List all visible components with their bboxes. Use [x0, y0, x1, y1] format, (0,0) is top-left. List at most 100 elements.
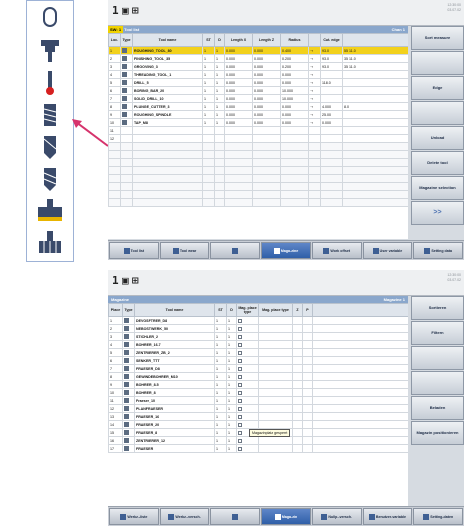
table-row[interactable]: 8 GEWINDEBOHRER_M10 1 1: [108, 372, 408, 381]
softkey-0[interactable]: Sortieren: [411, 296, 464, 320]
column-header[interactable]: Length X: [224, 33, 253, 47]
table-row[interactable]: 1 DEVOSFTRER_D8 1 1: [108, 316, 408, 325]
twist-drill-icon[interactable]: [27, 133, 73, 161]
softkey-0[interactable]: Sort measure: [411, 26, 464, 50]
column-header[interactable]: Type: [120, 33, 133, 47]
table-row[interactable]: 4 BOHRER_16.7 1 1: [108, 340, 408, 349]
column-header[interactable]: D: [214, 33, 225, 47]
lock-checkbox[interactable]: [238, 422, 242, 427]
table-row[interactable]: 5 ZENTRIERER_ZB_2 1 1: [108, 348, 408, 357]
lock-checkbox[interactable]: [238, 318, 242, 323]
hsoftkey-2[interactable]: [210, 242, 261, 259]
thread-mill-icon[interactable]: [27, 101, 73, 129]
lock-checkbox[interactable]: [238, 334, 242, 339]
lock-checkbox[interactable]: [238, 414, 242, 419]
lock-checkbox[interactable]: [238, 366, 242, 371]
place-lock-cell[interactable]: [236, 348, 259, 357]
softkey-5[interactable]: Magazin positionieren: [411, 421, 464, 445]
hsoftkey-5[interactable]: User variable: [362, 242, 413, 259]
hsoftkey-0[interactable]: Werkz.-liste: [109, 508, 159, 525]
lock-checkbox[interactable]: [238, 430, 242, 435]
hsoftkey-0[interactable]: Tool list: [109, 242, 159, 259]
softkey-4[interactable]: Beladen: [411, 396, 464, 420]
column-header[interactable]: Tool name: [134, 303, 215, 317]
place-lock-cell[interactable]: [236, 332, 259, 341]
column-header[interactable]: [308, 33, 321, 47]
place-lock-cell[interactable]: [236, 396, 259, 405]
place-lock-cell[interactable]: [236, 316, 259, 325]
column-header[interactable]: Radius: [280, 33, 309, 47]
column-header[interactable]: Place: [108, 303, 123, 317]
drill-chuck-icon[interactable]: [27, 37, 73, 65]
lock-checkbox[interactable]: [238, 374, 242, 379]
place-lock-cell[interactable]: [236, 340, 259, 349]
hsoftkey-5[interactable]: Benutzer-variable: [362, 508, 413, 525]
softkey-2[interactable]: [411, 346, 464, 370]
softkey-3[interactable]: [411, 371, 464, 395]
shank-end-mill-icon[interactable]: [27, 5, 73, 33]
softkey-3[interactable]: [411, 101, 464, 125]
table-row[interactable]: 8 PLUNGE_CUTTER_3 1 1 0.000 0.000 0.000 ⇢ 4.000 8…: [108, 102, 408, 111]
place-lock-cell[interactable]: [236, 380, 259, 389]
softkey-1[interactable]: Filtern: [411, 321, 464, 345]
table-row[interactable]: 11 Fraeser_10 1 1: [108, 396, 408, 405]
hsoftkey-1[interactable]: Werkz.-versch.: [159, 508, 210, 525]
table-row[interactable]: 9 ROUGHING_SPINDLE 1 1 0.000 0.000 0.000 ⇢ 25.00: [108, 110, 408, 119]
column-header[interactable]: Cut. edge: [320, 33, 343, 47]
table-row[interactable]: 16 ZENTRIERER_12 1 1: [108, 436, 408, 445]
table-row[interactable]: 6 SENKER_TTT 1 1: [108, 356, 408, 365]
lock-checkbox[interactable]: [238, 358, 242, 363]
table-row[interactable]: 2 FINISHING_TOOL_35 1 1 0.000 0.000 0.200 ⇢ 93.0…: [108, 54, 408, 63]
column-header[interactable]: Tool name: [132, 33, 203, 47]
lock-checkbox[interactable]: [238, 438, 242, 443]
table-row[interactable]: 2 NEBOSTWERK_50 1 1: [108, 324, 408, 333]
table-row[interactable]: 1 ROUGHING_TOOL_80 1 1 0.000 0.000 0.400 ⇢ 93.0 5…: [108, 46, 408, 55]
softkey-7[interactable]: >>: [411, 201, 464, 225]
hsoftkey-4[interactable]: Work offset: [311, 242, 362, 259]
lock-checkbox[interactable]: [238, 382, 242, 387]
hsoftkey-4[interactable]: Nullp.-versch.: [311, 508, 362, 525]
probe-icon[interactable]: [27, 69, 73, 97]
softkey-1[interactable]: [411, 51, 464, 75]
table-row[interactable]: 5 DRILL_5 1 1 0.000 0.000 0.000 ⇢ 118.0: [108, 78, 408, 87]
lock-checkbox[interactable]: [238, 350, 242, 355]
spiral-drill-icon[interactable]: [27, 165, 73, 193]
hsoftkey-2[interactable]: [210, 508, 261, 525]
column-header[interactable]: Type: [122, 303, 135, 317]
hsoftkey-1[interactable]: Tool wear: [159, 242, 210, 259]
table-row[interactable]: 6 BORING_BAR_20 1 1 0.000 0.000 10.000 ⇢: [108, 86, 408, 95]
hsoftkey-6[interactable]: Setting-daten: [413, 508, 464, 525]
multi-tooth-tool-icon[interactable]: [27, 229, 73, 257]
column-header[interactable]: Mag. place type: [236, 303, 259, 317]
column-header[interactable]: [342, 33, 408, 47]
place-lock-cell[interactable]: [236, 356, 259, 365]
place-lock-cell[interactable]: [236, 420, 259, 429]
place-lock-cell[interactable]: [236, 404, 259, 413]
column-header[interactable]: Mag. place type: [258, 303, 293, 317]
table-row[interactable]: 4 THREADING_TOOL_1 1 1 0.000 0.000 0.000 ⇢: [108, 70, 408, 79]
lock-checkbox[interactable]: [238, 446, 242, 451]
hsoftkey-3[interactable]: Maga-zine: [261, 242, 311, 259]
column-header[interactable]: Z: [292, 303, 303, 317]
hsoftkey-3[interactable]: Maga-zin: [261, 508, 311, 525]
softkey-2[interactable]: Edge: [411, 76, 464, 100]
softkey-4[interactable]: Unload: [411, 126, 464, 150]
softkey-6[interactable]: Magazine selection: [411, 176, 464, 200]
lock-checkbox[interactable]: [238, 406, 242, 411]
face-mill-icon[interactable]: [27, 197, 73, 225]
table-row[interactable]: 9 BOHRER_8.5 1 1: [108, 380, 408, 389]
place-lock-cell[interactable]: [236, 324, 259, 333]
column-header[interactable]: Loc.: [108, 33, 121, 47]
column-header[interactable]: D: [226, 303, 237, 317]
table-row[interactable]: 13 FRAESER_16 1 1: [108, 412, 408, 421]
table-row[interactable]: 7 SOLID_DRILL_10 1 1 0.000 0.000 10.000 ⇢: [108, 94, 408, 103]
column-header[interactable]: ST: [202, 33, 215, 47]
place-lock-cell[interactable]: [236, 436, 259, 445]
lock-checkbox[interactable]: [238, 390, 242, 395]
table-row[interactable]: 10 BOHRER_8 1 1: [108, 388, 408, 397]
softkey-5[interactable]: Delete tool: [411, 151, 464, 175]
place-lock-cell[interactable]: [236, 444, 259, 453]
hsoftkey-6[interactable]: Setting data: [413, 242, 464, 259]
place-lock-cell[interactable]: [236, 364, 259, 373]
place-lock-cell[interactable]: [236, 388, 259, 397]
